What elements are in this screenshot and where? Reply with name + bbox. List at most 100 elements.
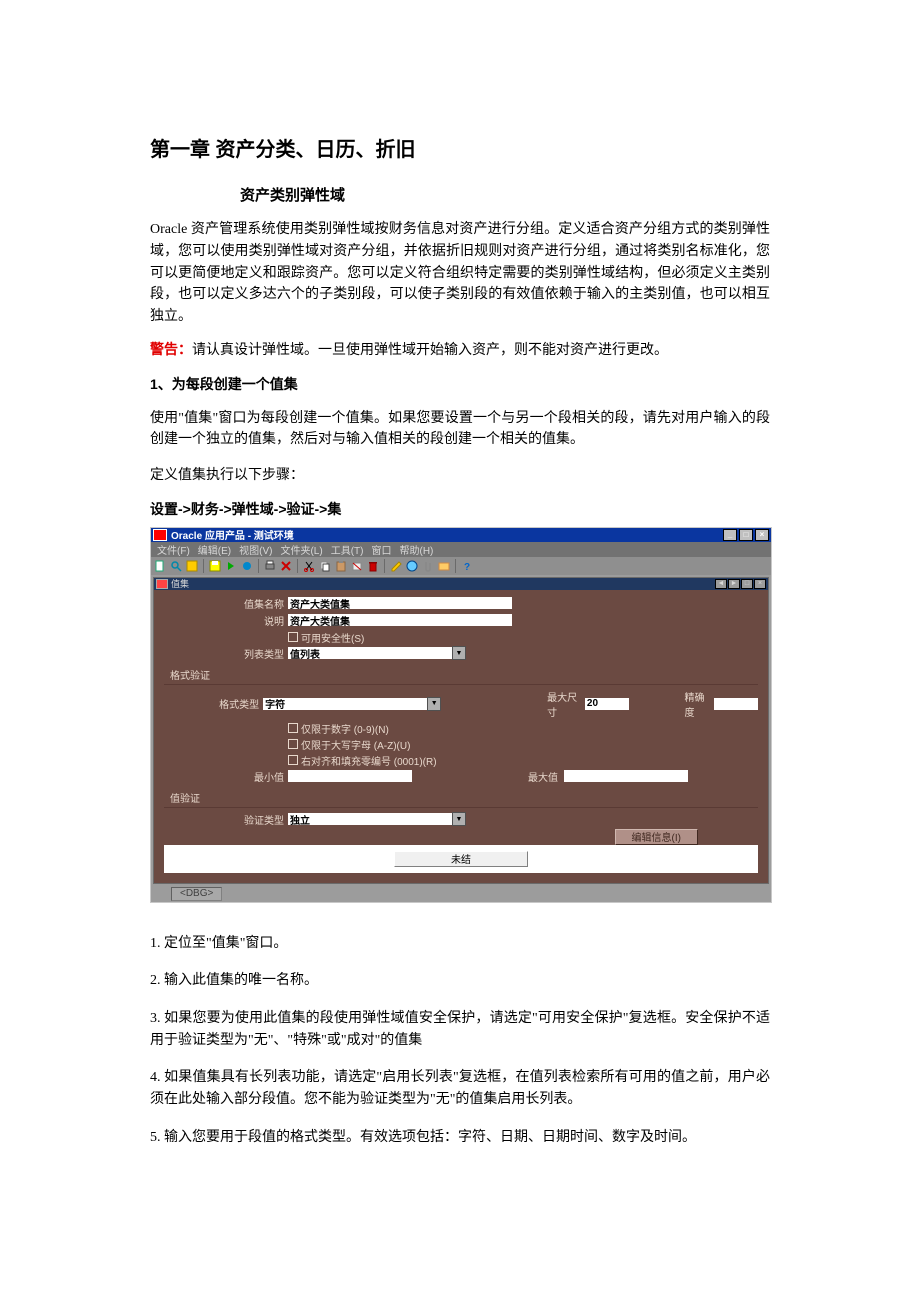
uppercase-only-checkbox[interactable] <box>288 739 298 749</box>
sub-heading-1: 1、为每段创建一个值集 <box>150 374 770 394</box>
inner-close-button[interactable]: × <box>754 579 766 589</box>
warning-paragraph: 警告：请认真设计弹性域。一旦使用弹性域开始输入资产，则不能对资产进行更改。 <box>150 340 770 362</box>
group-divider <box>164 807 758 808</box>
minimize-button[interactable]: _ <box>723 529 737 541</box>
step-5: 5. 输入您要用于段值的格式类型。有效选项包括：字符、日期、日期时间、数字及时间… <box>150 1127 770 1149</box>
print-icon[interactable] <box>263 559 277 573</box>
format-type-label: 格式类型 <box>164 696 263 711</box>
format-type-value: 字符 <box>263 698 427 710</box>
find-icon[interactable] <box>169 559 183 573</box>
translate-icon[interactable] <box>405 559 419 573</box>
group-divider <box>164 684 758 685</box>
menu-edit[interactable]: 编辑(E) <box>194 542 235 557</box>
list-type-value: 值列表 <box>288 647 452 659</box>
valueset-name-field[interactable]: 资产大类值集 <box>288 597 512 609</box>
folder-tools-icon[interactable] <box>437 559 451 573</box>
min-value-field[interactable] <box>288 770 412 782</box>
step-2: 2. 输入此值集的唯一名称。 <box>150 970 770 992</box>
sub-heading-1-paragraph: 使用"值集"窗口为每段创建一个值集。如果您要设置一个与另一个段相关的段，请先对用… <box>150 408 770 451</box>
step-4: 4. 如果值集具有长列表功能，请选定"启用长列表"复选框，在值列表检索所有可用的… <box>150 1067 770 1110</box>
save-icon[interactable] <box>208 559 222 573</box>
intro-paragraph: Oracle 资产管理系统使用类别弹性域按财务信息对资产进行分组。定义适合资产分… <box>150 219 770 327</box>
next-step-icon[interactable] <box>224 559 238 573</box>
menu-window[interactable]: 窗口 <box>367 542 395 557</box>
document-page: 第一章 资产分类、日历、折旧 资产类别弹性域 Oracle 资产管理系统使用类别… <box>0 0 920 1302</box>
chevron-down-icon[interactable]: ▼ <box>452 646 466 660</box>
copy-icon[interactable] <box>318 559 332 573</box>
define-steps-intro: 定义值集执行以下步骤： <box>150 465 770 487</box>
description-field[interactable]: 资产大类值集 <box>288 614 512 626</box>
list-type-dropdown[interactable]: 值列表 ▼ <box>288 646 466 660</box>
inner-previous-block-button[interactable]: ◄ <box>715 579 727 589</box>
chevron-down-icon[interactable]: ▼ <box>452 812 466 826</box>
open-button[interactable]: 未结 <box>394 851 528 867</box>
menu-file[interactable]: 文件(F) <box>153 542 194 557</box>
step-1: 1. 定位至"值集"窗口。 <box>150 933 770 955</box>
format-type-dropdown[interactable]: 字符 ▼ <box>263 697 441 711</box>
switch-responsibility-icon[interactable] <box>240 559 254 573</box>
navigator-icon[interactable] <box>185 559 199 573</box>
edit-info-button[interactable]: 编辑信息(I) <box>615 829 698 845</box>
inner-next-block-button[interactable]: ► <box>728 579 740 589</box>
app-icon <box>153 529 167 541</box>
menu-view[interactable]: 视图(V) <box>235 542 276 557</box>
list-type-label: 列表类型 <box>164 646 288 661</box>
security-checkbox-label: 可用安全性(S) <box>301 630 364 645</box>
max-value-label: 最大值 <box>522 769 564 784</box>
attachments-icon[interactable] <box>421 559 435 573</box>
max-size-field[interactable]: 20 <box>585 698 629 710</box>
validation-type-value: 独立 <box>288 813 452 825</box>
right-justify-checkbox[interactable] <box>288 755 298 765</box>
precision-field[interactable] <box>714 698 758 710</box>
toolbar-separator <box>203 559 204 573</box>
format-validation-group-label: 格式验证 <box>170 667 758 682</box>
uppercase-only-label: 仅限于大写字母 (A-Z)(U) <box>301 737 410 752</box>
toolbar-separator <box>258 559 259 573</box>
navigation-path: 设置->财务->弹性域->验证->集 <box>150 499 770 519</box>
valueset-name-label: 值集名称 <box>164 596 288 611</box>
validation-type-dropdown[interactable]: 独立 ▼ <box>288 812 466 826</box>
menubar: 文件(F) 编辑(E) 视图(V) 文件夹(L) 工具(T) 窗口 帮助(H) <box>151 542 771 557</box>
menu-help[interactable]: 帮助(H) <box>395 542 437 557</box>
outer-titlebar: Oracle 应用产品 - 测试环境 _ □ × <box>151 528 771 542</box>
edit-field-icon[interactable] <box>389 559 403 573</box>
toolbar: ? <box>151 557 771 575</box>
close-form-icon[interactable] <box>279 559 293 573</box>
new-icon[interactable] <box>153 559 167 573</box>
toolbar-separator <box>384 559 385 573</box>
window-help-icon[interactable]: ? <box>460 559 474 573</box>
warning-label: 警告： <box>150 343 192 358</box>
cut-icon[interactable] <box>302 559 316 573</box>
max-size-label: 最大尺寸 <box>541 689 585 719</box>
paste-icon[interactable] <box>334 559 348 573</box>
validation-type-label: 验证类型 <box>164 812 288 827</box>
description-label: 说明 <box>164 613 288 628</box>
chapter-title: 第一章 资产分类、日历、折旧 <box>150 133 770 162</box>
inner-window-title: 值集 <box>171 577 189 590</box>
inner-app-icon <box>156 579 168 589</box>
numbers-only-label: 仅限于数字 (0-9)(N) <box>301 721 389 736</box>
oracle-app-window: Oracle 应用产品 - 测试环境 _ □ × 文件(F) 编辑(E) 视图(… <box>150 527 772 903</box>
maximize-button[interactable]: □ <box>739 529 753 541</box>
inner-window: 值集 ◄ ► □ × 值集名称 资产大类值集 说明 资产大类值集 <box>153 577 769 884</box>
chevron-down-icon[interactable]: ▼ <box>427 697 441 711</box>
precision-label: 精确度 <box>679 689 715 719</box>
form-body: 值集名称 资产大类值集 说明 资产大类值集 可用安全性(S) 列表类型 <box>154 590 768 883</box>
statusbar-text: <DBG> <box>171 887 222 901</box>
inner-maximize-button[interactable]: □ <box>741 579 753 589</box>
step-list: 1. 定位至"值集"窗口。 2. 输入此值集的唯一名称。 3. 如果您要为使用此… <box>150 933 770 1149</box>
warning-text: 请认真设计弹性域。一旦使用弹性域开始输入资产，则不能对资产进行更改。 <box>192 343 668 358</box>
step-3: 3. 如果您要为使用此值集的段使用弹性域值安全保护，请选定"可用安全保护"复选框… <box>150 1008 770 1051</box>
max-value-field[interactable] <box>564 770 688 782</box>
clear-record-icon[interactable] <box>350 559 364 573</box>
numbers-only-checkbox[interactable] <box>288 723 298 733</box>
security-checkbox[interactable] <box>288 632 298 642</box>
inner-titlebar: 值集 ◄ ► □ × <box>154 578 768 590</box>
toolbar-separator <box>455 559 456 573</box>
close-button[interactable]: × <box>755 529 769 541</box>
menu-folder[interactable]: 文件夹(L) <box>276 542 326 557</box>
min-value-label: 最小值 <box>164 769 288 784</box>
delete-icon[interactable] <box>366 559 380 573</box>
toolbar-separator <box>297 559 298 573</box>
menu-tools[interactable]: 工具(T) <box>327 542 368 557</box>
